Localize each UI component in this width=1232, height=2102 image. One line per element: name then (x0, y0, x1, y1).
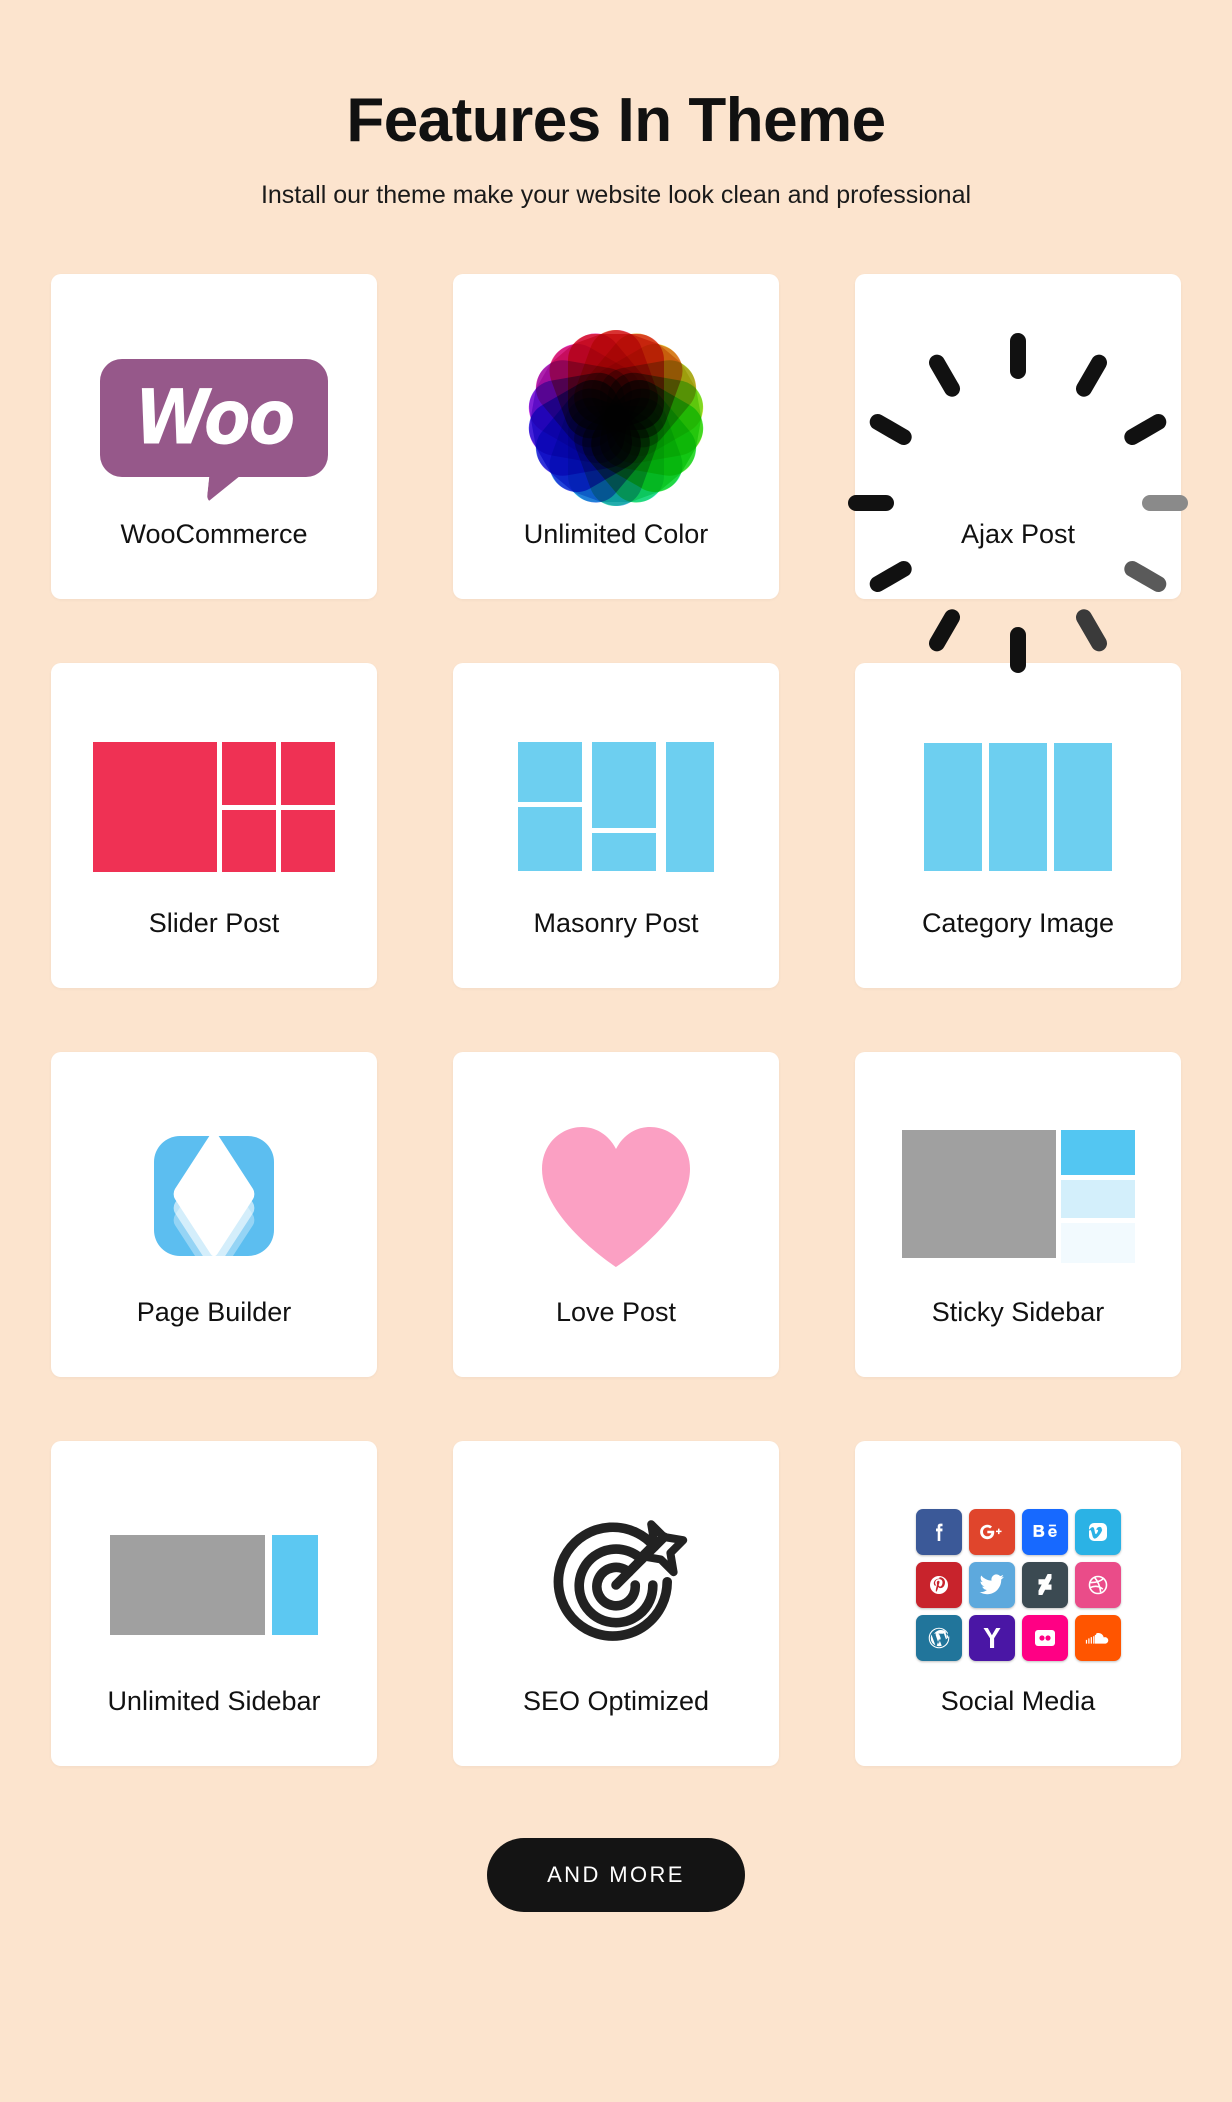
yahoo-icon[interactable] (968, 1615, 1015, 1662)
spinner-spoke (848, 495, 894, 512)
social-icons-grid-icon (855, 1490, 1181, 1680)
feature-card-seo-optimized[interactable]: SEO Optimized (453, 1441, 779, 1767)
feature-card-social-media[interactable]: Social Media (855, 1441, 1181, 1767)
feature-card-love-post[interactable]: Love Post (453, 1052, 779, 1378)
feature-label: Love Post (555, 1297, 677, 1328)
pinterest-icon[interactable] (915, 1562, 962, 1609)
feature-label: SEO Optimized (522, 1686, 710, 1717)
deviantart-icon[interactable] (1021, 1562, 1068, 1609)
spinner-spoke (926, 351, 963, 400)
feature-card-unlimited-color[interactable]: Unlimited Color (453, 274, 779, 600)
spinner-spoke (1121, 558, 1170, 596)
feature-label: Slider Post (148, 908, 280, 939)
behance-icon[interactable] (1021, 1509, 1068, 1556)
footer: AND MORE (0, 1838, 1232, 1913)
features-page: Features In Theme Install our theme make… (0, 0, 1232, 2102)
feature-card-sticky-sidebar[interactable]: Sticky Sidebar (855, 1052, 1181, 1378)
vimeo-icon[interactable] (1074, 1509, 1121, 1556)
soundcloud-icon[interactable] (1074, 1615, 1121, 1662)
feature-card-ajax-post[interactable]: Ajax Post (848, 274, 1188, 674)
dribbble-icon[interactable] (1074, 1562, 1121, 1609)
feature-label: Category Image (921, 908, 1115, 939)
feature-label: Social Media (940, 1686, 1096, 1717)
feature-label: Unlimited Color (523, 519, 709, 550)
loading-spinner-icon (848, 323, 1188, 674)
spinner-spoke (1073, 606, 1110, 655)
feature-label: Page Builder (136, 1297, 292, 1328)
features-grid: Woo WooCommerce Unlimited Color Ajax Pos… (51, 274, 1188, 1767)
and-more-button[interactable]: AND MORE (487, 1838, 745, 1913)
woocommerce-wordmark: Woo (134, 373, 296, 463)
feature-card-unlimited-sidebar[interactable]: Unlimited Sidebar (51, 1441, 377, 1767)
facebook-icon[interactable] (915, 1509, 962, 1556)
feature-label: WooCommerce (120, 519, 308, 550)
feature-label: Unlimited Sidebar (107, 1686, 321, 1717)
spinner-spoke (1010, 627, 1026, 674)
spinner-spoke (866, 558, 915, 596)
twitter-icon[interactable] (968, 1562, 1015, 1609)
category-columns-icon (855, 712, 1181, 902)
page-title: Features In Theme (346, 86, 886, 155)
spinner-spoke (1121, 411, 1170, 449)
color-wheel-icon (453, 322, 779, 514)
feature-card-page-builder[interactable]: Page Builder (51, 1052, 377, 1378)
spinner-spoke (1010, 333, 1026, 380)
layers-app-icon (51, 1101, 377, 1291)
feature-card-slider-post[interactable]: Slider Post (51, 663, 377, 989)
feature-card-woocommerce[interactable]: Woo WooCommerce (51, 274, 377, 600)
spinner-spoke (1142, 495, 1188, 512)
flickr-icon[interactable] (1021, 1615, 1068, 1662)
spinner-spoke (1073, 351, 1110, 400)
feature-label: Ajax Post (960, 519, 1076, 550)
woocommerce-logo-icon: Woo (51, 323, 377, 513)
feature-label: Masonry Post (533, 908, 699, 939)
wordpress-icon[interactable] (915, 1615, 962, 1662)
google-plus-icon[interactable] (968, 1509, 1015, 1556)
spinner-spoke (866, 411, 915, 449)
spinner-spoke (926, 606, 963, 655)
masonry-layout-icon (453, 712, 779, 902)
feature-card-masonry-post[interactable]: Masonry Post (453, 663, 779, 989)
page-subtitle: Install our theme make your website look… (260, 181, 972, 210)
slider-layout-icon (51, 712, 377, 902)
heart-icon (453, 1101, 779, 1291)
sticky-sidebar-layout-icon (855, 1101, 1181, 1291)
feature-card-category-image[interactable]: Category Image (855, 663, 1181, 989)
feature-label: Sticky Sidebar (931, 1297, 1105, 1328)
page-header: Features In Theme Install our theme make… (0, 0, 1232, 210)
target-arrow-icon (453, 1490, 779, 1680)
sidebar-layout-icon (51, 1490, 377, 1680)
